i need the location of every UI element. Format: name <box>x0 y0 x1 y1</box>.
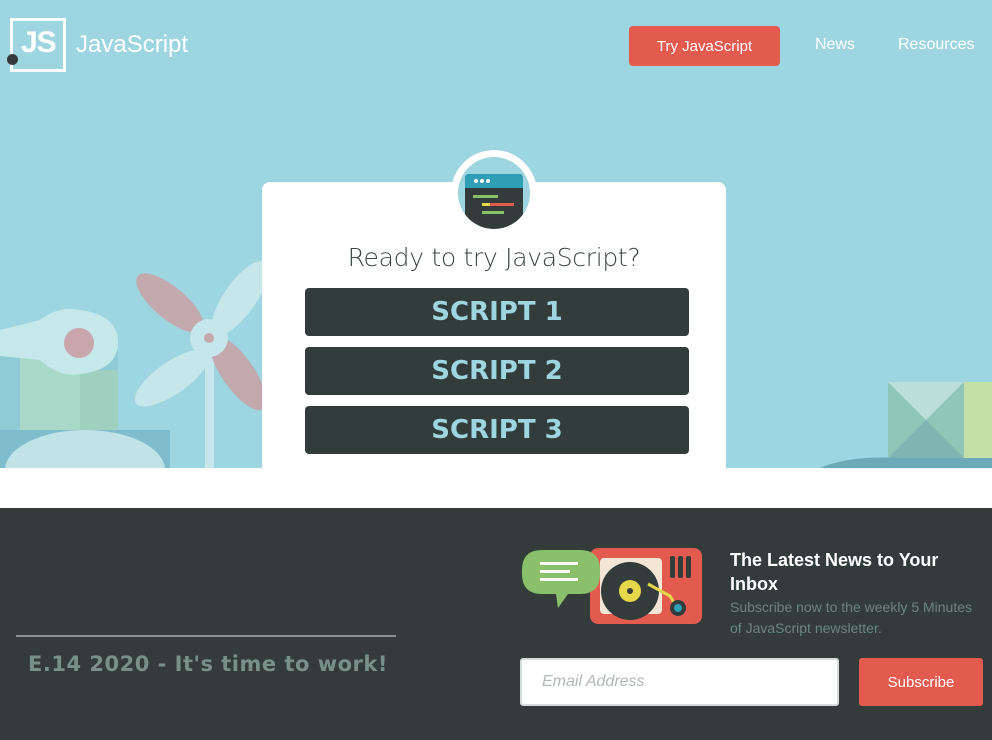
email-input[interactable] <box>520 658 839 706</box>
nav-link-news[interactable]: News <box>815 36 855 54</box>
logo-mark-text: JS <box>21 26 57 59</box>
script-1-button[interactable]: SCRIPT 1 <box>305 288 689 336</box>
footer-tagline: E.14 2020 - It's time to work! <box>28 652 388 676</box>
footer-divider <box>16 635 396 637</box>
divider-strip <box>0 468 992 508</box>
script-2-button[interactable]: SCRIPT 2 <box>305 347 689 395</box>
logo[interactable]: JS JavaScript <box>7 18 189 72</box>
subscribe-button[interactable]: Subscribe <box>859 658 983 706</box>
card-title: Ready to try JavaScript? <box>347 243 641 272</box>
logo-mark: JS <box>7 18 66 72</box>
newsletter-title: The Latest News to Your Inbox <box>730 550 939 594</box>
newsletter-subtitle: Subscribe now to the weekly 5 Minutes of… <box>730 599 973 636</box>
code-window-icon <box>458 157 530 229</box>
script-3-button[interactable]: SCRIPT 3 <box>305 406 689 454</box>
nav-link-resources[interactable]: Resources <box>898 36 974 54</box>
try-javascript-button[interactable]: Try JavaScript <box>629 26 780 66</box>
logo-text: JavaScript <box>76 31 189 58</box>
newsletter-illustration <box>522 548 702 624</box>
logo-dot <box>7 54 18 65</box>
footer: E.14 2020 - It's time to work! The Lates… <box>0 508 992 740</box>
